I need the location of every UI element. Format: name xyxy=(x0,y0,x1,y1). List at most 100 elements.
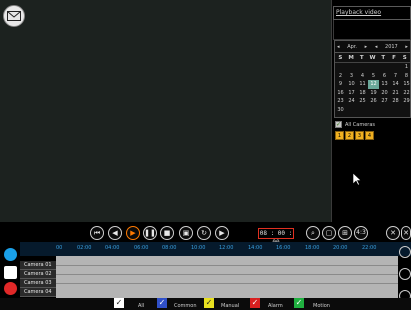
close-panel-button[interactable]: ✕ xyxy=(401,226,411,240)
calendar-day[interactable]: 5 xyxy=(368,72,379,81)
calendar-day[interactable]: 4 xyxy=(357,72,368,81)
mouse-pointer-icon xyxy=(352,172,362,186)
calendar-day[interactable]: 10 xyxy=(346,80,357,89)
calendar-day[interactable]: 15 xyxy=(401,80,411,89)
filter-alarm-checkbox[interactable]: ✓ xyxy=(250,298,260,308)
calendar-day[interactable]: 14 xyxy=(390,80,401,89)
timeline-hour-label: 14:00 xyxy=(248,245,263,251)
calendar-day[interactable]: 18 xyxy=(357,89,368,98)
calendar-day[interactable]: 3 xyxy=(346,72,357,81)
playback-list[interactable] xyxy=(333,20,411,40)
timeline-divider xyxy=(56,265,398,266)
timeline-divider xyxy=(56,283,398,284)
timeline-hour-label: 00 xyxy=(56,245,63,251)
timeline-row-label: Camera 01 xyxy=(20,261,56,270)
layout-single-button[interactable]: ▢ xyxy=(322,226,336,240)
camera-button[interactable]: 4 xyxy=(365,131,374,140)
timeline-hour-label: 12:00 xyxy=(219,245,234,251)
calendar-day[interactable]: 16 xyxy=(335,89,346,98)
calendar-day[interactable]: 29 xyxy=(401,97,411,106)
all-cameras-option[interactable]: ✓ All Cameras xyxy=(335,121,375,128)
filter-common-label: Common xyxy=(174,303,197,309)
pause-button[interactable]: ❚❚ xyxy=(143,226,157,240)
calendar-day[interactable]: 1 xyxy=(401,63,411,72)
stop-button[interactable]: ■ xyxy=(160,226,174,240)
calendar-day[interactable]: 23 xyxy=(335,97,346,106)
calendar-day[interactable]: 27 xyxy=(379,97,390,106)
calendar-day[interactable]: 8 xyxy=(401,72,411,81)
camera-grid-icon[interactable] xyxy=(4,266,17,279)
filter-all-checkbox[interactable]: ✓ xyxy=(114,298,124,308)
aspect-ratio-button[interactable]: 4:3 xyxy=(354,226,368,240)
calendar-day[interactable]: 28 xyxy=(390,97,401,106)
camera-button[interactable]: 1 xyxy=(335,131,344,140)
calendar-month: Apr. xyxy=(347,43,357,50)
email-icon[interactable] xyxy=(3,5,25,27)
calendar-day[interactable]: 20 xyxy=(379,89,390,98)
calendar-weekday: W xyxy=(369,54,376,61)
calendar-year: 2017 xyxy=(385,43,398,50)
calendar-days: 1 2 3 4 5 6 7 8 9 10 11 12 13 14 15 16 17 18 19 20 21 22 23 24 2… xyxy=(335,63,411,115)
calendar-day[interactable]: 17 xyxy=(346,89,357,98)
zoom-in-icon[interactable] xyxy=(399,246,411,258)
layout-quad-button[interactable]: ⊞ xyxy=(338,226,352,240)
calendar-day[interactable]: 11 xyxy=(357,80,368,89)
playback-video-title: Playback video xyxy=(333,6,411,20)
timeline-divider xyxy=(56,274,398,275)
calendar-weekday: T xyxy=(359,54,364,61)
timeline-hour-label: 22:00 xyxy=(362,245,377,251)
filter-all-label: All xyxy=(138,303,145,309)
calendar-day xyxy=(390,63,401,72)
prev-year-arrow-icon[interactable]: ◂ xyxy=(375,44,378,50)
calendar-day[interactable]: 7 xyxy=(390,72,401,81)
rewind-button[interactable]: ◀ xyxy=(108,226,122,240)
timeline-track[interactable] xyxy=(56,256,398,298)
zoom-search-button[interactable]: ⌕ xyxy=(306,226,320,240)
snapshot-button[interactable]: ▣ xyxy=(179,226,193,240)
close-button[interactable]: ✕ xyxy=(386,226,400,240)
camera-button[interactable]: 2 xyxy=(345,131,354,140)
calendar-weekday: T xyxy=(381,54,386,61)
filter-motion-checkbox[interactable]: ✓ xyxy=(294,298,304,308)
refresh-button[interactable]: ↻ xyxy=(197,226,211,240)
filter-common-checkbox[interactable]: ✓ xyxy=(157,298,167,308)
calendar-day xyxy=(379,63,390,72)
calendar-weekday: M xyxy=(348,54,354,61)
next-month-arrow-icon[interactable]: ▸ xyxy=(365,44,368,50)
timeline-hour-label: 20:00 xyxy=(333,245,348,251)
calendar-day[interactable]: 21 xyxy=(390,89,401,98)
skip-to-start-button[interactable]: ⏮ xyxy=(90,226,104,240)
filter-alarm-label: Alarm xyxy=(268,303,283,309)
next-year-arrow-icon[interactable]: ▸ xyxy=(405,44,408,50)
calendar-day[interactable]: 30 xyxy=(335,106,346,115)
calendar-day[interactable]: 6 xyxy=(379,72,390,81)
timeline-hour-label: 16:00 xyxy=(276,245,291,251)
calendar-day[interactable]: 19 xyxy=(368,89,379,98)
calendar-day[interactable]: 26 xyxy=(368,97,379,106)
timeline-hour-label: 10:00 xyxy=(191,245,206,251)
calendar-day xyxy=(368,63,379,72)
alarm-icon[interactable] xyxy=(4,282,17,295)
zoom-out-icon[interactable] xyxy=(399,268,411,280)
record-type-icon[interactable] xyxy=(4,248,17,261)
step-forward-button[interactable]: ▶ xyxy=(215,226,229,240)
calendar-day[interactable]: 2 xyxy=(335,72,346,81)
timeline-row-label: Camera 03 xyxy=(20,279,56,288)
filter-manual-checkbox[interactable]: ✓ xyxy=(204,298,214,308)
calendar-day[interactable]: 22 xyxy=(401,89,411,98)
calendar-day[interactable]: 24 xyxy=(346,97,357,106)
calendar-day[interactable]: 12 xyxy=(368,80,379,89)
play-button[interactable]: ▶ xyxy=(126,226,140,240)
prev-month-arrow-icon[interactable]: ◂ xyxy=(337,44,340,50)
calendar-day xyxy=(357,63,368,72)
camera-button[interactable]: 3 xyxy=(355,131,364,140)
timeline-row-label: Camera 04 xyxy=(20,288,56,297)
current-time-display[interactable]: 08 : 00 : 00 xyxy=(258,228,294,246)
timeline-hour-label: 06:00 xyxy=(134,245,149,251)
calendar-weekday: F xyxy=(392,54,396,61)
video-viewport[interactable] xyxy=(0,0,331,222)
calendar-day[interactable]: 25 xyxy=(357,97,368,106)
calendar-day[interactable]: 13 xyxy=(379,80,390,89)
calendar-day[interactable]: 9 xyxy=(335,80,346,89)
all-cameras-checkbox[interactable]: ✓ xyxy=(335,121,342,128)
